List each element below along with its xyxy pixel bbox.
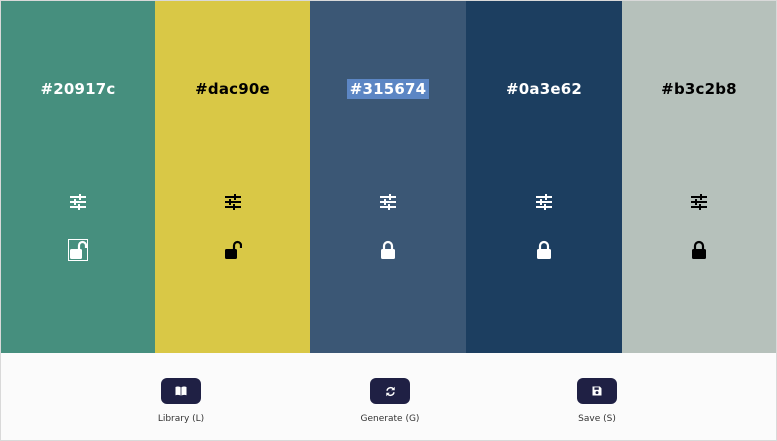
hex-code-text[interactable]: #20917c [37, 79, 118, 99]
color-swatch-3[interactable]: #315674 [310, 1, 466, 353]
color-swatch-4[interactable]: #0a3e62 [466, 1, 622, 353]
adjust-sliders-icon[interactable] [535, 193, 553, 211]
locked-padlock-icon[interactable] [379, 240, 397, 260]
color-swatch-1[interactable]: #20917c [1, 1, 155, 353]
hex-code[interactable]: #20917c [1, 79, 155, 99]
locked-padlock-icon[interactable] [535, 240, 553, 260]
library-label: Library (L) [157, 414, 205, 424]
bottom-toolbar: Library (L) Generate (G) Save (S) [1, 353, 776, 440]
color-palette-app: #20917c #dac90e #315674 #0a3e62 #b3c2b8 … [0, 0, 777, 441]
refresh-icon [385, 386, 395, 396]
hex-code-text[interactable]: #0a3e62 [503, 79, 585, 99]
hex-code-text[interactable]: #dac90e [192, 79, 273, 99]
hex-code[interactable]: #0a3e62 [466, 79, 622, 99]
floppy-disk-icon [592, 386, 602, 396]
color-swatch-2[interactable]: #dac90e [155, 1, 310, 353]
color-swatch-5[interactable]: #b3c2b8 [622, 1, 776, 353]
unlocked-padlock-icon[interactable] [68, 239, 88, 261]
book-icon [175, 386, 187, 396]
hex-code[interactable]: #b3c2b8 [622, 79, 776, 99]
hex-code[interactable]: #315674 [310, 79, 466, 99]
generate-label: Generate (G) [360, 414, 420, 424]
save-label: Save (S) [578, 414, 616, 424]
adjust-sliders-icon[interactable] [69, 193, 87, 211]
hex-code[interactable]: #dac90e [155, 79, 310, 99]
unlocked-padlock-icon[interactable] [224, 240, 242, 260]
hex-code-text[interactable]: #b3c2b8 [658, 79, 740, 99]
adjust-sliders-icon[interactable] [690, 193, 708, 211]
generate-button[interactable] [370, 378, 410, 404]
hex-code-text-selected[interactable]: #315674 [346, 79, 430, 99]
locked-padlock-icon[interactable] [690, 240, 708, 260]
adjust-sliders-icon[interactable] [224, 193, 242, 211]
adjust-sliders-icon[interactable] [379, 193, 397, 211]
save-button[interactable] [577, 378, 617, 404]
palette: #20917c #dac90e #315674 #0a3e62 #b3c2b8 [1, 1, 776, 353]
library-button[interactable] [161, 378, 201, 404]
generate-tool: Generate (G) [330, 378, 450, 425]
save-tool: Save (S) [537, 378, 657, 425]
library-tool: Library (L) [121, 378, 241, 425]
